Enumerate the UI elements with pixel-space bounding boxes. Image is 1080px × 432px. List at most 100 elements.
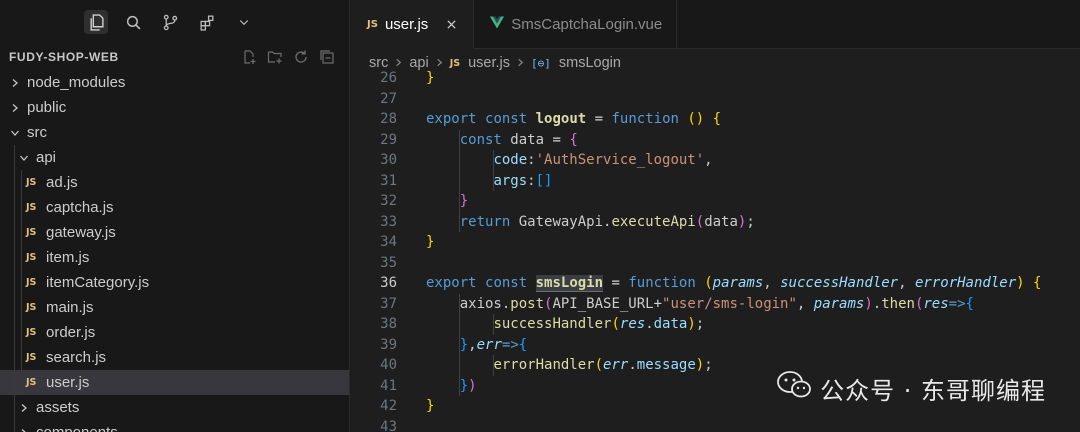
line-number: 42	[380, 398, 397, 414]
indent-guide	[21, 345, 22, 370]
indent-guide	[493, 355, 494, 376]
tree-folder-assets[interactable]: assets	[0, 395, 349, 420]
line-number: 26	[380, 70, 397, 86]
indent-guide	[14, 170, 15, 195]
tree-folder-api[interactable]: api	[0, 145, 349, 170]
indent-guide	[14, 270, 15, 295]
new-file-icon[interactable]	[240, 49, 257, 66]
tree-label: public	[27, 99, 67, 116]
line-number: 28	[380, 111, 397, 127]
code-line: 26}	[351, 68, 1080, 89]
tree-file-user[interactable]: JS user.js	[0, 370, 349, 395]
line-number: 32	[380, 193, 397, 209]
code-line: 32 }	[351, 191, 1080, 212]
code-line: 33 return GatewayApi.executeApi(data);	[351, 212, 1080, 233]
line-number: 30	[380, 152, 397, 168]
tab-user-js[interactable]: JS user.js	[351, 0, 475, 49]
vue-file-icon	[490, 16, 505, 33]
indent-guide	[21, 220, 22, 245]
tree-file-search[interactable]: JS search.js	[0, 345, 349, 370]
line-number: 43	[380, 418, 397, 432]
collapse-all-icon[interactable]	[318, 49, 335, 66]
js-file-icon: JS	[26, 327, 37, 338]
indent-guide	[21, 295, 22, 320]
search-icon[interactable]	[121, 10, 145, 34]
chevron-right-icon	[17, 428, 31, 432]
chevron-down-icon	[17, 153, 31, 163]
indent-guide	[459, 130, 460, 232]
tree-label: search.js	[46, 349, 107, 366]
tree-label: itemCategory.js	[46, 274, 150, 291]
tab-bar: JS user.js SmsCaptchaLogin.vue	[351, 0, 1080, 49]
js-file-icon: JS	[26, 202, 37, 213]
tree-label: gateway.js	[46, 224, 116, 241]
code-line: 27	[351, 89, 1080, 110]
indent-guide	[14, 345, 15, 370]
tree-label: src	[27, 124, 47, 141]
indent-guide	[459, 294, 460, 396]
tree-file-item[interactable]: JS item.js	[0, 245, 349, 270]
indent-guide	[21, 370, 22, 395]
source-control-icon[interactable]	[158, 10, 182, 34]
refresh-icon[interactable]	[292, 49, 309, 66]
tree-file-captcha[interactable]: JS captcha.js	[0, 195, 349, 220]
file-tree: node_modules public src api JS ad.js JS …	[0, 70, 349, 432]
tree-folder-node-modules[interactable]: node_modules	[0, 70, 349, 95]
tree-file-main[interactable]: JS main.js	[0, 295, 349, 320]
js-file-icon: JS	[26, 227, 37, 238]
indent-guide	[14, 145, 15, 170]
js-file-icon: JS	[26, 302, 37, 313]
tab-smscaptchalogin-vue[interactable]: SmsCaptchaLogin.vue	[474, 0, 678, 49]
tab-label: SmsCaptchaLogin.vue	[511, 16, 663, 33]
indent-guide	[14, 395, 15, 420]
code-line: 28 export const logout = function () {	[351, 109, 1080, 130]
code-line: 29 const data = {	[351, 130, 1080, 151]
code-line: 30 code:'AuthService_logout',	[351, 150, 1080, 171]
js-file-icon: JS	[367, 18, 378, 30]
files-icon[interactable]	[84, 10, 108, 34]
indent-guide	[14, 245, 15, 270]
tree-label: main.js	[46, 299, 94, 316]
code-line: 38 successHandler(res.data);	[351, 314, 1080, 335]
indent-guide	[21, 170, 22, 195]
extensions-icon[interactable]	[195, 10, 219, 34]
indent-guide	[493, 150, 494, 191]
tree-label: order.js	[46, 324, 96, 341]
code-line: 31 args:[]	[351, 171, 1080, 192]
js-file-icon: JS	[26, 277, 37, 288]
sidebar: FUDY-SHOP-WEB node_modules public src ap…	[0, 0, 350, 432]
tree-label: user.js	[46, 374, 90, 391]
chevron-down-icon[interactable]	[232, 10, 256, 34]
line-number: 27	[380, 90, 397, 107]
tree-file-ad[interactable]: JS ad.js	[0, 170, 349, 195]
editor: JS user.js SmsCaptchaLogin.vue src api J…	[351, 0, 1080, 432]
tree-file-order[interactable]: JS order.js	[0, 320, 349, 345]
activity-bar	[0, 0, 349, 44]
tree-label: components	[36, 424, 118, 432]
line-number: 37	[380, 295, 397, 312]
tree-label: captcha.js	[46, 199, 114, 216]
tree-file-gateway[interactable]: JS gateway.js	[0, 220, 349, 245]
line-number: 41	[380, 377, 397, 394]
tree-folder-components[interactable]: components	[0, 420, 349, 432]
tree-folder-src[interactable]: src	[0, 120, 349, 145]
code-line: 39 },err=>{	[351, 335, 1080, 356]
explorer-title: FUDY-SHOP-WEB	[9, 50, 119, 64]
chevron-right-icon	[17, 403, 31, 413]
watermark: 公众号 · 东哥聊编程	[776, 370, 1046, 406]
wechat-icon	[776, 370, 812, 406]
line-number: 29	[380, 131, 397, 148]
indent-guide	[14, 320, 15, 345]
watermark-text: 公众号 · 东哥聊编程	[820, 376, 1046, 405]
tree-folder-public[interactable]: public	[0, 95, 349, 120]
new-folder-icon[interactable]	[266, 49, 283, 66]
line-number: 36	[380, 275, 397, 291]
js-file-icon: JS	[26, 352, 37, 363]
tree-file-itemcategory[interactable]: JS itemCategory.js	[0, 270, 349, 295]
js-file-icon: JS	[449, 57, 461, 69]
tree-label: api	[36, 149, 57, 166]
close-icon[interactable]	[443, 16, 459, 32]
indent-guide	[21, 270, 22, 295]
js-file-icon: JS	[26, 252, 37, 263]
indent-guide	[493, 314, 494, 335]
